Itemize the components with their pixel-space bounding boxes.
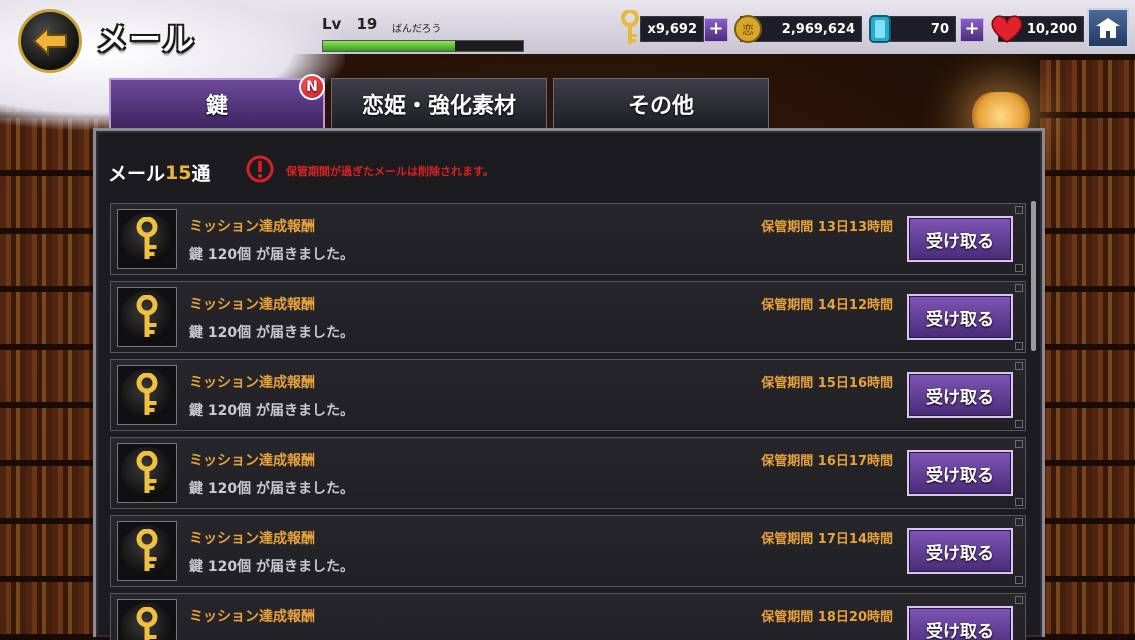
gem-icon: [869, 15, 891, 43]
receive-button[interactable]: 受け取る: [907, 294, 1013, 340]
level-value: 19: [356, 15, 378, 33]
svg-text:恋: 恋: [742, 22, 754, 37]
mail-row: ミッション達成報酬 鍵 120個 が届きました。 保管期間 16日17時間 受け…: [110, 437, 1026, 509]
mail-description: 鍵 120個 が届きました。: [189, 403, 354, 419]
key-icon: [136, 529, 158, 571]
receive-button[interactable]: 受け取る: [907, 450, 1013, 496]
mail-item-icon: [117, 287, 177, 347]
mail-count: メール 15 通: [108, 159, 210, 186]
mail-title: ミッション達成報酬: [189, 219, 315, 235]
mail-title: ミッション達成報酬: [189, 531, 315, 547]
xp-bar: [322, 40, 524, 52]
key-icon: [136, 607, 158, 640]
tab-keys-label: 鍵: [205, 94, 228, 119]
background-bookshelf-right: [1040, 60, 1135, 637]
mail-title: ミッション達成報酬: [189, 609, 315, 625]
mail-description: 鍵 120個 が届きました。: [189, 559, 354, 575]
mail-title: ミッション達成報酬: [189, 375, 315, 391]
mail-expiry: 保管期間 13日13時間: [761, 220, 893, 235]
mail-expiry: 保管期間 16日17時間: [761, 454, 893, 469]
key-icon: [136, 295, 158, 337]
tab-materials[interactable]: 恋姫・強化素材: [331, 78, 547, 130]
add-gems-button[interactable]: +: [960, 18, 984, 42]
mail-row: ミッション達成報酬 鍵 120個 が届きました。 保管期間 17日14時間 受け…: [110, 515, 1026, 587]
tab-other[interactable]: その他: [553, 78, 769, 130]
add-keys-button[interactable]: +: [704, 18, 728, 42]
tab-materials-label: 恋姫・強化素材: [361, 94, 516, 119]
warning-icon: [246, 155, 274, 183]
player-name: ばんだろう: [392, 24, 442, 35]
mail-item-icon: [117, 209, 177, 269]
mail-title: ミッション達成報酬: [189, 297, 315, 313]
receive-button[interactable]: 受け取る: [907, 606, 1013, 640]
mail-description: 鍵 120個 が届きました。: [189, 247, 354, 263]
mail-row: ミッション達成報酬 鍵 120個 が届きました。 保管期間 15日16時間 受け…: [110, 359, 1026, 431]
level-label: Lv: [322, 15, 342, 33]
home-icon: [1096, 18, 1120, 38]
mail-panel-clip: メール 15 通 保管期間が過ぎたメールは削除されます。 ミッション達成報酬 鍵…: [96, 131, 1048, 640]
mail-description: 鍵 120個 が届きました。: [189, 481, 354, 497]
scrollbar[interactable]: [1031, 201, 1036, 351]
receive-button[interactable]: 受け取る: [907, 216, 1013, 262]
mail-count-label: メール: [108, 163, 166, 185]
back-button[interactable]: [18, 9, 82, 73]
mail-description: 鍵 120個 が届きました。: [189, 325, 354, 341]
mail-expiry: 保管期間 18日20時間: [761, 610, 893, 625]
xp-bar-fill: [323, 41, 455, 51]
back-arrow-icon: [32, 26, 67, 56]
mail-count-number: 15: [165, 161, 192, 184]
receive-button[interactable]: 受け取る: [907, 372, 1013, 418]
mail-row: ミッション達成報酬 保管期間 18日20時間 受け取る: [110, 593, 1026, 640]
mail-row: ミッション達成報酬 鍵 120個 が届きました。 保管期間 13日13時間 受け…: [110, 203, 1026, 275]
mail-count-unit: 通: [191, 163, 211, 185]
mail-item-icon: [117, 443, 177, 503]
mail-row: ミッション達成報酬 鍵 120個 が届きました。 保管期間 14日12時間 受け…: [110, 281, 1026, 353]
mail-expiry: 保管期間 14日12時間: [761, 298, 893, 313]
mail-panel: メール 15 通 保管期間が過ぎたメールは削除されます。 ミッション達成報酬 鍵…: [93, 128, 1048, 640]
key-icon: [136, 373, 158, 415]
heart-icon: [991, 15, 1023, 43]
level-block: Lv 19 ばんだろう: [322, 14, 524, 52]
key-icon: [621, 10, 639, 44]
tab-bar: 鍵 N 恋姫・強化素材 その他: [109, 74, 769, 130]
tab-keys[interactable]: 鍵 N: [109, 74, 325, 130]
mail-item-icon: [117, 365, 177, 425]
page-title: メール: [96, 20, 196, 58]
warning-text: 保管期間が過ぎたメールは削除されます。: [286, 165, 494, 178]
key-icon: [136, 217, 158, 259]
mail-item-icon: [117, 521, 177, 581]
mail-expiry: 保管期間 15日16時間: [761, 376, 893, 391]
tab-other-label: その他: [627, 94, 694, 119]
keys-counter: x9,692: [640, 16, 704, 42]
new-badge: N: [299, 74, 325, 100]
mail-expiry: 保管期間 17日14時間: [761, 532, 893, 547]
home-button[interactable]: [1087, 8, 1129, 48]
coin-icon: 恋: [734, 15, 762, 43]
mail-title: ミッション達成報酬: [189, 453, 315, 469]
mail-item-icon: [117, 599, 177, 640]
key-icon: [136, 451, 158, 493]
mail-list: ミッション達成報酬 鍵 120個 が届きました。 保管期間 13日13時間 受け…: [110, 203, 1026, 640]
receive-button[interactable]: 受け取る: [907, 528, 1013, 574]
